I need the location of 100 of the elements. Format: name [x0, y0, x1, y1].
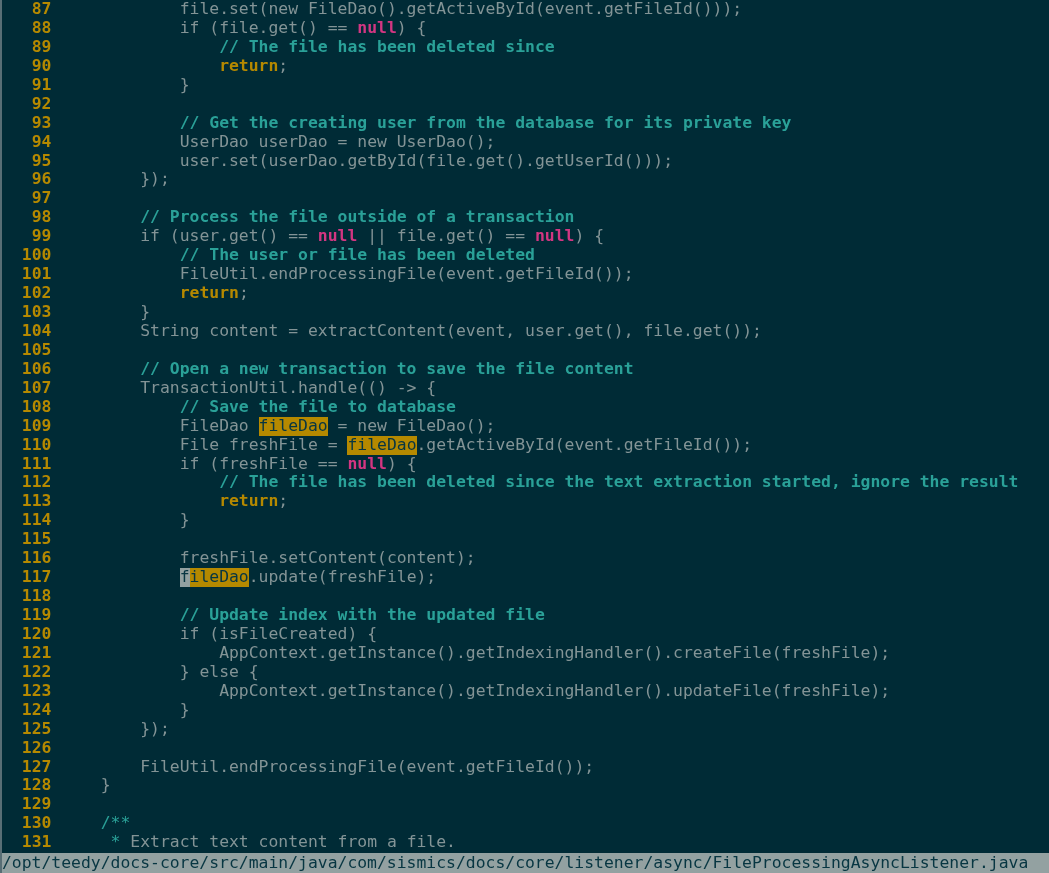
line-number: 95 — [31, 151, 52, 171]
code-text: }); — [140, 719, 170, 739]
code-comment: // The file has been deleted since — [219, 37, 555, 57]
code-text: TransactionUtil.handle(() -> { — [140, 378, 437, 398]
line-number: 125 — [21, 719, 52, 739]
line-number: 124 — [21, 700, 52, 720]
code-comment: // Save the file to database — [179, 397, 456, 417]
line-number: 96 — [31, 170, 52, 190]
code-comment: // The user or file has been deleted — [179, 246, 535, 266]
line-number: 94 — [31, 132, 52, 152]
null-keyword: null — [317, 227, 358, 247]
code-text: if (user.get() == — [140, 227, 309, 247]
line-number: 109 — [21, 416, 52, 436]
code-text: user.set(userDao.getById(file.get().getUserId())); — [179, 151, 674, 171]
line-number: 122 — [21, 662, 52, 682]
code-text: file.set(new FileDao().getActiveById(event.getFileId())); — [179, 0, 743, 19]
line-number: 113 — [21, 492, 52, 512]
line-number: 98 — [31, 208, 52, 228]
code-comment: // Get the creating user from the database for its private key — [179, 113, 792, 133]
code-text: }); — [140, 170, 170, 190]
line-number: 119 — [21, 606, 52, 625]
code-text: if (isFileCreated) { — [179, 624, 378, 644]
line-number: 115 — [21, 530, 52, 550]
null-keyword: null — [534, 227, 575, 247]
code-text: } — [179, 700, 190, 720]
code-comment: // Update index with the updated file — [179, 606, 545, 625]
code-text: ) { — [386, 454, 417, 474]
status-bar: /opt/teedy/docs-core/src/main/java/com/sismics/docs/core/listener/async/FileProcessingAsyncListener.java — [2, 853, 1049, 873]
return-keyword: return — [219, 492, 279, 512]
line-number: 131 — [21, 833, 52, 853]
line-number: 99 — [31, 227, 52, 247]
code-text: ) { — [396, 18, 427, 38]
line-number: 110 — [21, 435, 52, 455]
return-keyword: return — [179, 284, 239, 303]
search-match: fileDao — [258, 416, 328, 436]
line-number: 126 — [21, 738, 52, 758]
line-number: 92 — [31, 94, 52, 114]
code-text: } — [100, 776, 111, 796]
code-text: } — [179, 511, 190, 531]
line-number: 129 — [21, 795, 52, 815]
code-text: } else { — [179, 662, 259, 682]
code-text: freshFile.setContent(content); — [179, 549, 476, 569]
code-text: .update(freshFile); — [248, 568, 437, 588]
line-number: 89 — [31, 37, 52, 57]
code-text: ; — [278, 492, 289, 512]
line-number: 111 — [21, 454, 52, 474]
line-number: 112 — [21, 473, 52, 493]
code-text: UserDao userDao = new UserDao(); — [179, 132, 496, 152]
line-number: 127 — [21, 757, 52, 777]
null-keyword: null — [357, 18, 397, 38]
line-number: 87 — [31, 0, 52, 19]
code-text: ) { — [574, 227, 604, 247]
line-number: 90 — [31, 56, 52, 76]
code-text: if (freshFile == — [179, 454, 339, 474]
line-number: 118 — [21, 587, 52, 606]
search-match: ileDao — [189, 568, 249, 588]
doc-comment: * — [110, 833, 121, 853]
code-text: if (file.get() == — [179, 18, 349, 38]
line-number: 97 — [31, 189, 52, 209]
code-comment: // The file has been deleted since the text extraction started, ignore the result — [219, 473, 1019, 493]
code-text: ; — [238, 284, 249, 303]
line-number: 130 — [21, 814, 52, 834]
line-number: 100 — [21, 246, 52, 266]
line-number: 91 — [31, 75, 52, 95]
code-text: AppContext.getInstance().getIndexingHandler().createFile(freshFile); — [219, 643, 891, 663]
line-number: 105 — [21, 340, 52, 360]
code-text: } — [179, 75, 190, 95]
line-number: 106 — [21, 359, 52, 379]
code-text: FileUtil.endProcessingFile(event.getFileId()); — [179, 265, 634, 285]
null-keyword: null — [347, 454, 387, 474]
code-text: FileUtil.endProcessingFile(event.getFileId()); — [140, 757, 595, 777]
line-number: 120 — [21, 624, 52, 644]
line-number: 88 — [31, 18, 52, 38]
return-keyword: return — [219, 56, 279, 76]
line-number: 93 — [31, 113, 52, 133]
code-comment: // Process the file outside of a transaction — [140, 208, 575, 228]
code-text: File freshFile = — [179, 435, 339, 455]
cursor: f — [179, 568, 190, 588]
line-number: 128 — [21, 776, 52, 796]
line-number: 116 — [21, 549, 52, 569]
line-number: 114 — [21, 511, 52, 531]
line-number: 121 — [21, 643, 52, 663]
code-text: FileDao — [179, 416, 250, 436]
code-text: AppContext.getInstance().getIndexingHandler().updateFile(freshFile); — [219, 681, 891, 701]
code-comment: // Open a new transaction to save the file content — [140, 359, 634, 379]
line-number: 101 — [21, 265, 52, 285]
line-number: 104 — [21, 321, 52, 341]
line-number: 123 — [21, 681, 52, 701]
code-text: .getActiveById(event.getFileId()); — [416, 435, 752, 455]
code-text: || file.get() == — [367, 227, 527, 247]
line-number: 108 — [21, 397, 52, 417]
line-number: 102 — [21, 284, 52, 303]
doc-comment: /** — [100, 814, 131, 834]
code-text: = new FileDao(); — [336, 416, 496, 436]
line-number: 107 — [21, 378, 52, 398]
line-number: 103 — [21, 303, 52, 322]
search-match: fileDao — [347, 435, 417, 455]
code-text: Extract text content from a file. — [129, 833, 456, 853]
code-text: String content = extractContent(event, user.get(), file.get()); — [140, 321, 762, 341]
code-text: ; — [278, 56, 289, 76]
